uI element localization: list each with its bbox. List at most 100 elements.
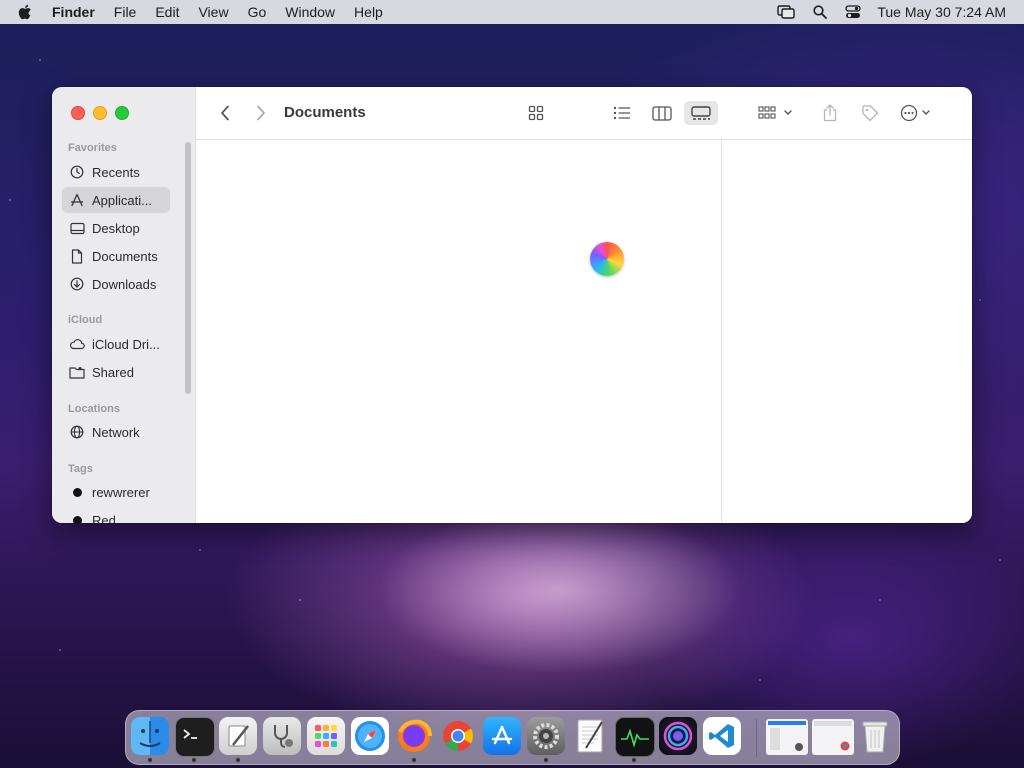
sidebar-item-recents[interactable]: Recents (62, 159, 170, 185)
icon-view-button[interactable] (522, 101, 550, 125)
window-thumbnail-icon (768, 721, 806, 751)
menu-app-name[interactable]: Finder (52, 4, 95, 20)
finder-window: Favorites Recents Applicati... Desktop D… (52, 87, 972, 523)
control-center-icon[interactable] (845, 5, 861, 19)
spotlight-search-icon[interactable] (813, 5, 828, 19)
columns-icon (652, 105, 672, 121)
loading-spinner-icon (590, 242, 624, 276)
file-browser-area[interactable] (196, 140, 972, 523)
dock-app-app-store[interactable] (483, 717, 521, 755)
grid-icon (528, 105, 544, 121)
trash-icon (862, 721, 888, 753)
dock-app-vscode[interactable] (703, 717, 741, 755)
minimize-window-button[interactable] (93, 106, 107, 120)
tags-button[interactable] (858, 101, 882, 125)
dock-running-indicator (192, 758, 196, 762)
desktop-icon (69, 220, 85, 236)
dock-app-disk-utility[interactable] (263, 717, 301, 755)
sidebar-item-label: Desktop (92, 220, 140, 236)
chevron-left-icon (221, 105, 229, 121)
sidebar-item-shared[interactable]: Shared (62, 359, 170, 385)
dock-app-siri[interactable] (659, 717, 697, 755)
dock-app-finder[interactable] (131, 717, 169, 755)
apple-menu-icon[interactable] (18, 4, 34, 20)
launchpad-grid-icon (315, 725, 337, 747)
vscode-icon (709, 724, 734, 748)
app-store-icon (491, 725, 513, 745)
gallery-view-button[interactable] (684, 101, 718, 125)
sidebar-item-label: Recents (92, 164, 140, 180)
compass-icon (355, 721, 385, 751)
dock-app-terminal[interactable] (175, 717, 215, 757)
dock-app-firefox[interactable] (395, 717, 433, 755)
forward-button[interactable] (250, 101, 272, 125)
chrome-icon (443, 721, 473, 751)
sidebar-item-tag[interactable]: rewwrerer (62, 479, 170, 505)
close-window-button[interactable] (71, 106, 85, 120)
dock-trash[interactable] (856, 717, 894, 755)
dock-app-safari[interactable] (351, 717, 389, 755)
dock-app-chrome[interactable] (439, 717, 477, 755)
terminal-icon (183, 729, 197, 739)
dock-running-indicator (544, 758, 548, 762)
sidebar-section-icloud: iCloud (68, 314, 103, 326)
window-thumbnail-icon (814, 721, 852, 751)
dock (125, 710, 900, 765)
list-icon (613, 106, 630, 120)
share-button[interactable] (818, 101, 842, 125)
menu-view[interactable]: View (198, 4, 228, 20)
dock-minimized-window[interactable] (812, 719, 854, 755)
tag-color-dot (73, 487, 82, 497)
dock-app-textedit[interactable] (571, 717, 609, 755)
sidebar-item-tag[interactable]: Red (62, 507, 170, 523)
dock-app-system-preferences[interactable] (527, 717, 565, 755)
column-view-button[interactable] (648, 101, 676, 125)
dock-running-indicator (148, 758, 152, 762)
preview-pane-divider[interactable] (721, 140, 722, 523)
back-button[interactable] (214, 101, 236, 125)
group-icon (758, 106, 792, 119)
menu-edit[interactable]: Edit (155, 4, 179, 20)
dock-app-script-editor[interactable] (219, 717, 257, 755)
group-by-button[interactable] (756, 101, 796, 125)
sidebar-item-label: iCloud Dri... (92, 336, 160, 352)
finder-toolbar: Documents (196, 87, 972, 140)
sidebar-item-network[interactable]: Network (62, 419, 170, 445)
sidebar-scrollbar[interactable] (185, 142, 191, 394)
globe-icon (69, 424, 85, 440)
menu-help[interactable]: Help (354, 4, 383, 20)
sidebar-section-favorites: Favorites (68, 142, 117, 154)
sidebar-item-label: Shared (92, 364, 134, 380)
download-icon (69, 276, 85, 292)
finder-sidebar: Favorites Recents Applicati... Desktop D… (52, 87, 196, 523)
sidebar-item-downloads[interactable]: Downloads (62, 271, 170, 297)
cloud-icon (69, 336, 85, 352)
menu-file[interactable]: File (114, 4, 137, 20)
dock-app-launchpad[interactable] (307, 717, 345, 755)
dock-minimized-window[interactable] (766, 719, 808, 755)
menu-window[interactable]: Window (285, 4, 335, 20)
apps-icon (69, 192, 85, 208)
sidebar-item-documents[interactable]: Documents (62, 243, 170, 269)
tag-color-dot (73, 515, 82, 523)
activity-graph-icon (621, 728, 649, 748)
stethoscope-icon (274, 725, 293, 748)
more-actions-button[interactable] (899, 101, 937, 125)
screen-mirroring-icon[interactable] (777, 5, 796, 19)
menu-bar-clock[interactable]: Tue May 30 7:24 AM (877, 4, 1006, 20)
zoom-window-button[interactable] (115, 106, 129, 120)
dock-app-activity-monitor[interactable] (615, 717, 655, 757)
sidebar-item-desktop[interactable]: Desktop (62, 215, 170, 241)
sidebar-section-locations: Locations (68, 403, 120, 415)
gallery-icon (691, 105, 711, 120)
gear-icon (533, 723, 559, 749)
dock-running-indicator (412, 758, 416, 762)
shared-folder-icon (69, 364, 85, 380)
sidebar-item-applications[interactable]: Applicati... (62, 187, 170, 213)
sidebar-item-label: Applicati... (92, 192, 152, 208)
sidebar-item-label: rewwrerer (92, 484, 150, 500)
sidebar-item-icloud-drive[interactable]: iCloud Dri... (62, 331, 170, 357)
list-view-button[interactable] (608, 101, 636, 125)
dock-separator (756, 719, 757, 757)
menu-go[interactable]: Go (248, 4, 267, 20)
